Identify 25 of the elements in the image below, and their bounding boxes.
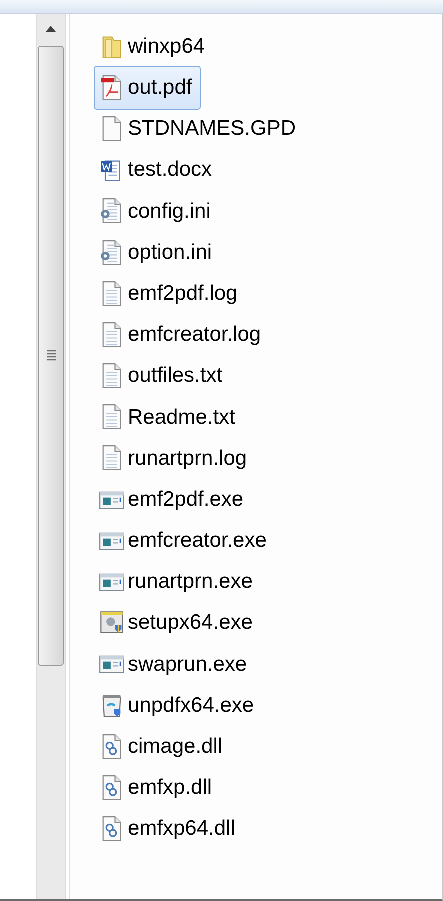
file-item[interactable]: setupx64.exe — [94, 601, 262, 645]
file-item[interactable]: runartprn.exe — [94, 560, 262, 604]
scroll-thumb[interactable] — [38, 46, 64, 666]
file-item[interactable]: emf2pdf.exe — [94, 478, 253, 522]
file-item[interactable]: Readme.txt — [94, 396, 244, 440]
installer-icon — [99, 610, 125, 636]
file-item[interactable]: emf2pdf.log — [94, 272, 247, 316]
file-item[interactable]: option.ini — [94, 230, 222, 274]
scrollbar[interactable] — [36, 14, 66, 899]
file-item[interactable]: out.pdf — [94, 66, 202, 110]
file-item[interactable]: winxp64 — [94, 24, 214, 68]
file-item[interactable]: runartprn.log — [94, 436, 256, 480]
file-item[interactable]: STDNAMES.GPD — [94, 107, 306, 151]
file-item[interactable]: outfiles.txt — [94, 354, 232, 398]
file-item[interactable]: config.ini — [94, 190, 220, 234]
file-item[interactable]: emfxp64.dll — [94, 807, 244, 851]
file-item[interactable]: cimage.dll — [94, 725, 232, 769]
grip-icon — [46, 350, 56, 362]
file-item[interactable]: emfcreator.log — [94, 313, 270, 357]
file-item[interactable]: test.docx — [94, 148, 222, 192]
file-item[interactable]: emfxp.dll — [94, 766, 222, 810]
scroll-up-icon[interactable] — [46, 26, 56, 32]
file-item[interactable]: swaprun.exe — [94, 642, 256, 686]
file-item[interactable]: unpdfx64.exe — [94, 684, 264, 728]
file-item[interactable]: emfcreator.exe — [94, 519, 276, 563]
